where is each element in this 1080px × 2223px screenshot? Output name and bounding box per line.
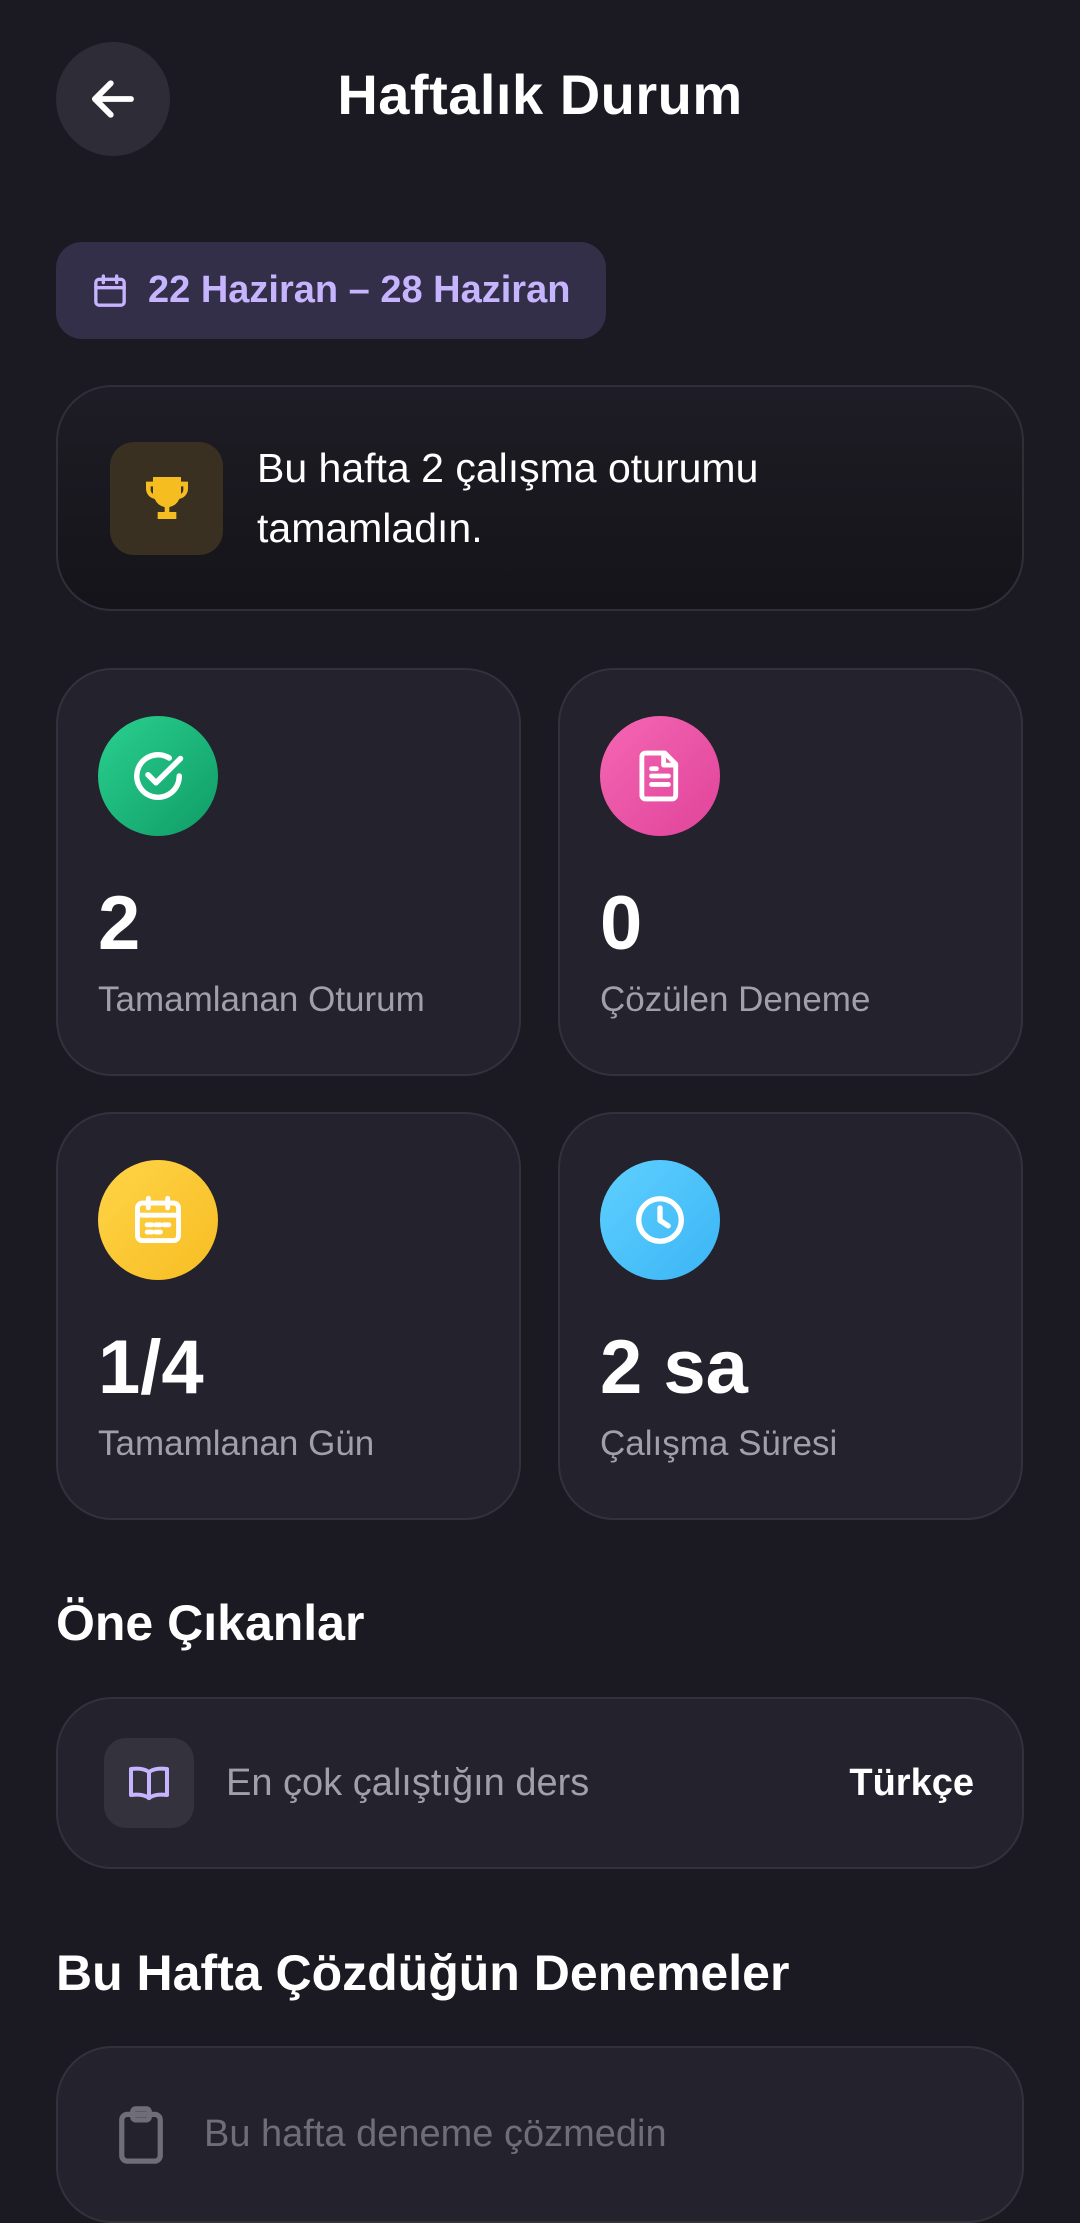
stat-icon-circle [600, 1160, 720, 1280]
stat-icon-circle [98, 716, 218, 836]
book-icon [129, 1766, 169, 1800]
summary-card: Bu hafta 2 çalışma oturumu tamamladın. [56, 385, 1024, 611]
stat-icon-circle [98, 1160, 218, 1280]
page-title: Haftalık Durum [337, 63, 743, 126]
book-badge [104, 1738, 194, 1828]
clock-icon [636, 1196, 684, 1244]
summary-text: Bu hafta 2 çalışma oturumu tamamladın. [257, 445, 759, 551]
stat-card-study-time[interactable]: 2 sa Çalışma Süresi [558, 1112, 1023, 1520]
stat-card-completed-sessions[interactable]: 2 Tamamlanan Oturum [56, 668, 521, 1076]
stat-value: 2 sa [600, 1325, 748, 1410]
document-icon [639, 750, 679, 802]
exams-heading: Bu Hafta Çözdüğün Denemeler [56, 1945, 790, 2001]
calendar-icon [94, 273, 126, 307]
top-subject-label: En çok çalıştığın ders [226, 1761, 590, 1804]
stat-icon-circle [600, 716, 720, 836]
stat-card-completed-days[interactable]: 1/4 Tamamlanan Gün [56, 1112, 521, 1520]
stat-value: 0 [600, 881, 643, 966]
date-range-label: 22 Haziran – 28 Haziran [148, 269, 571, 311]
date-range-chip[interactable]: 22 Haziran – 28 Haziran [56, 242, 607, 339]
clipboard-icon [119, 2105, 163, 2164]
stat-label: Çalışma Süresi [600, 1424, 838, 1463]
stat-value: 2 [98, 881, 141, 966]
exams-empty-text: Bu hafta deneme çözmedin [204, 2113, 667, 2155]
stat-card-solved-exams[interactable]: 0 Çözülen Deneme [558, 668, 1023, 1076]
highlights-heading: Öne Çıkanlar [56, 1595, 365, 1651]
top-subject-card[interactable]: En çok çalıştığın ders Türkçe [56, 1697, 1024, 1869]
trophy-badge [110, 441, 223, 555]
calendar-icon [135, 1195, 181, 1243]
top-subject-value: Türkçe [849, 1761, 974, 1804]
weekly-status-screen: Haftalık Durum 22 Haziran – 28 Haziran B… [0, 0, 1080, 2223]
stat-label: Çözülen Deneme [600, 980, 871, 1019]
stat-label: Tamamlanan Gün [98, 1424, 375, 1463]
check-circle-icon [134, 752, 184, 801]
trophy-icon [145, 477, 188, 519]
stat-value: 1/4 [98, 1325, 204, 1410]
exams-empty-card: Bu hafta deneme çözmedin [56, 2046, 1024, 2223]
stat-label: Tamamlanan Oturum [98, 980, 425, 1019]
